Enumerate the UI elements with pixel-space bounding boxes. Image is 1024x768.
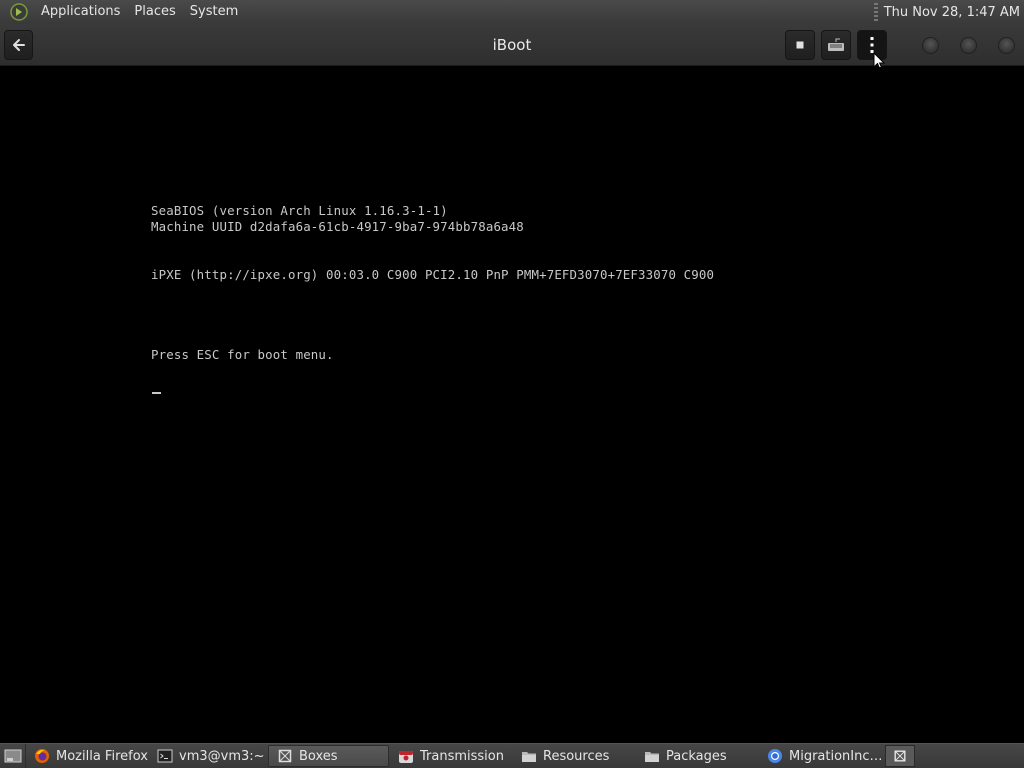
system-menu[interactable]: System (183, 0, 245, 24)
vm-display[interactable]: SeaBIOS (version Arch Linux 1.16.3-1-1) … (0, 67, 1024, 743)
firefox-icon (35, 749, 49, 763)
transmission-icon (399, 751, 413, 763)
stop-icon (796, 41, 804, 49)
distro-logo-icon[interactable] (9, 2, 29, 22)
console-line-bios: SeaBIOS (version Arch Linux 1.16.3-1-1) (151, 203, 448, 218)
close-button[interactable] (998, 37, 1015, 54)
terminal-icon (157, 749, 173, 763)
folder-icon (522, 752, 536, 762)
keyboard-icon (828, 38, 844, 51)
show-desktop-button[interactable] (0, 744, 26, 768)
show-desktop-icon (4, 749, 21, 763)
task-label: Transmission (420, 748, 504, 764)
top-panel: Applications Places System Thu Nov 28, 1… (0, 0, 1024, 24)
task-packages[interactable]: Packages (636, 745, 758, 767)
window-headerbar: iBoot (0, 24, 1024, 66)
folder-icon (645, 752, 659, 762)
task-label: Resources (543, 748, 610, 764)
back-icon (12, 39, 25, 51)
minimize-button[interactable] (922, 37, 939, 54)
task-label: vm3@vm3:~ (179, 748, 265, 764)
boxes-icon (278, 749, 292, 763)
console-line-uuid: Machine UUID d2dafa6a-61cb-4917-9ba7-974… (151, 219, 524, 234)
task-resources[interactable]: Resources (513, 745, 635, 767)
places-menu[interactable]: Places (127, 0, 182, 24)
applications-menu[interactable]: Applications (34, 0, 127, 24)
task-label: Packages (666, 748, 727, 764)
back-button[interactable] (4, 30, 33, 60)
workspace-switcher[interactable] (885, 745, 915, 767)
text-cursor (152, 392, 161, 394)
stop-button[interactable] (785, 30, 815, 60)
bottom-taskbar: Mozilla Firefox vm3@vm3:~ Boxes Transmis… (0, 743, 1024, 768)
chrome-icon (768, 749, 782, 763)
task-chrome[interactable]: MigrationInc… (759, 745, 881, 767)
task-terminal[interactable]: vm3@vm3:~ (149, 745, 267, 767)
task-label: Boxes (299, 748, 338, 764)
panel-separator (873, 3, 878, 21)
task-label: MigrationInc… (789, 748, 881, 764)
boxes-icon (894, 750, 906, 762)
task-label: Mozilla Firefox (56, 748, 148, 764)
console-line-ipxe: iPXE (http://ipxe.org) 00:03.0 C900 PCI2… (151, 267, 715, 282)
clock[interactable]: Thu Nov 28, 1:47 AM (884, 5, 1024, 20)
task-firefox[interactable]: Mozilla Firefox (26, 745, 148, 767)
maximize-button[interactable] (960, 37, 977, 54)
task-transmission[interactable]: Transmission (390, 745, 512, 767)
task-boxes[interactable]: Boxes (268, 745, 389, 767)
send-keys-button[interactable] (821, 30, 851, 60)
console-line-boot-prompt: Press ESC for boot menu. (151, 347, 334, 362)
